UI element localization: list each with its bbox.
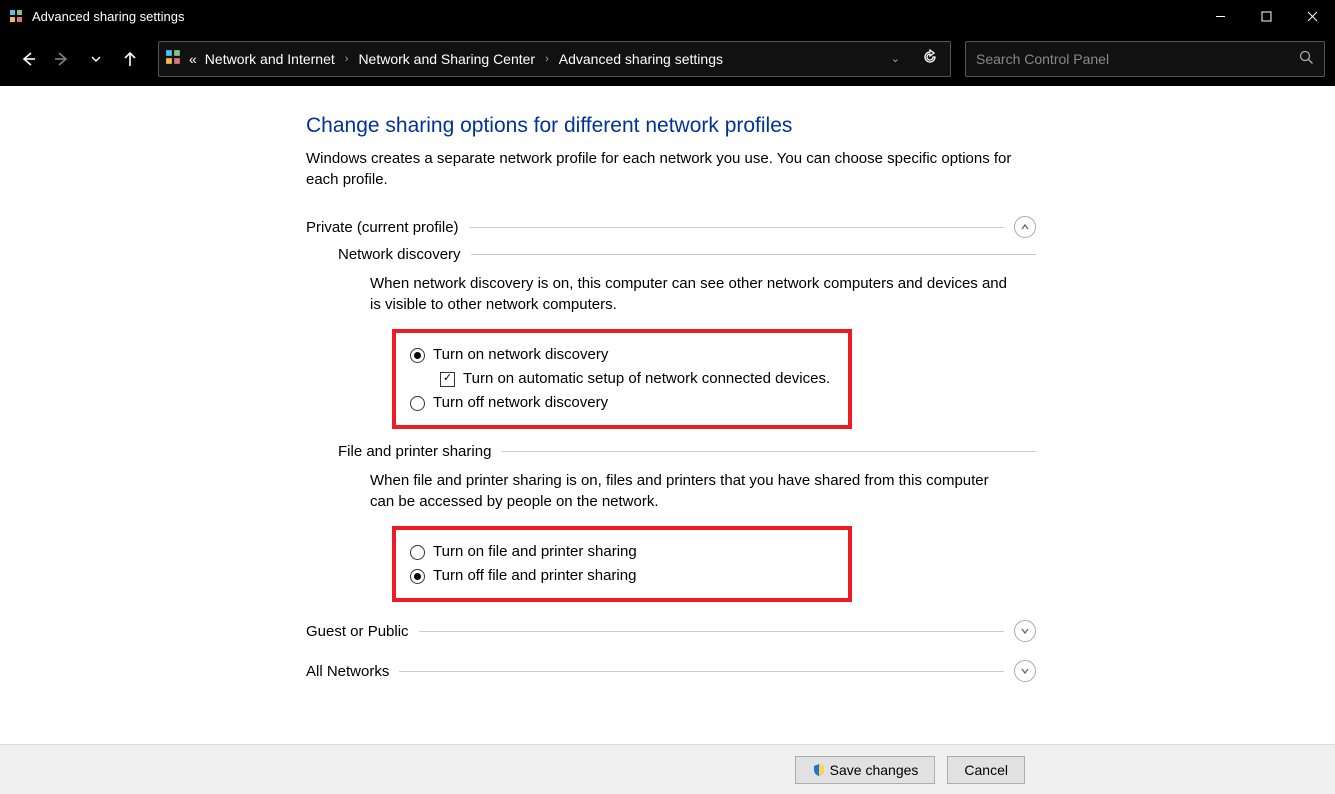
recent-dropdown[interactable] — [82, 45, 110, 73]
minimize-button[interactable] — [1197, 0, 1243, 32]
search-bar[interactable] — [965, 41, 1325, 77]
search-icon[interactable] — [1299, 50, 1314, 68]
section-label: All Networks — [306, 663, 389, 680]
checkbox-icon: ✓ — [440, 372, 455, 387]
network-discovery-description: When network discovery is on, this compu… — [370, 273, 1010, 315]
section-all-networks-header[interactable]: All Networks — [306, 660, 1036, 682]
breadcrumb-item[interactable]: Advanced sharing settings — [559, 51, 723, 67]
checkbox-auto-setup[interactable]: ✓ Turn on automatic setup of network con… — [440, 367, 834, 391]
breadcrumb-prefix[interactable]: « — [189, 51, 197, 67]
address-bar[interactable]: « Network and Internet › Network and Sha… — [158, 41, 951, 77]
chevron-down-icon[interactable] — [1014, 620, 1036, 642]
forward-button[interactable] — [48, 45, 76, 73]
radio-icon — [410, 348, 425, 363]
radio-turn-on-sharing[interactable]: Turn on file and printer sharing — [410, 540, 834, 564]
control-panel-icon — [8, 8, 24, 24]
navbar: « Network and Internet › Network and Sha… — [0, 32, 1335, 86]
subsection-label: File and printer sharing — [338, 443, 491, 460]
search-input[interactable] — [976, 51, 1299, 67]
radio-turn-off-discovery[interactable]: Turn off network discovery — [410, 391, 834, 415]
save-changes-button[interactable]: Save changes — [795, 756, 936, 784]
close-button[interactable] — [1289, 0, 1335, 32]
file-printer-options: Turn on file and printer sharing Turn of… — [392, 526, 852, 602]
section-label: Guest or Public — [306, 623, 409, 640]
file-printer-description: When file and printer sharing is on, fil… — [370, 470, 1010, 512]
up-button[interactable] — [116, 45, 144, 73]
section-private-header[interactable]: Private (current profile) — [306, 216, 1036, 238]
chevron-down-icon[interactable] — [1014, 660, 1036, 682]
back-button[interactable] — [14, 45, 42, 73]
radio-icon — [410, 396, 425, 411]
radio-icon — [410, 545, 425, 560]
cancel-button[interactable]: Cancel — [947, 756, 1025, 784]
chevron-right-icon: › — [343, 53, 351, 65]
section-guest-header[interactable]: Guest or Public — [306, 620, 1036, 642]
chevron-up-icon[interactable] — [1014, 216, 1036, 238]
breadcrumb-item[interactable]: Network and Sharing Center — [358, 51, 535, 67]
page-description: Windows creates a separate network profi… — [306, 148, 1036, 190]
section-label: Private (current profile) — [306, 219, 459, 236]
shield-icon — [812, 763, 826, 777]
radio-turn-on-discovery[interactable]: Turn on network discovery — [410, 343, 834, 367]
subsection-network-discovery: Network discovery — [338, 246, 1036, 263]
subsection-file-printer-sharing: File and printer sharing — [338, 443, 1036, 460]
chevron-right-icon: › — [543, 53, 551, 65]
page-title: Change sharing options for different net… — [306, 114, 1036, 138]
network-discovery-options: Turn on network discovery ✓ Turn on auto… — [392, 329, 852, 429]
control-panel-icon — [165, 49, 181, 68]
footer: Save changes Cancel — [0, 744, 1335, 794]
titlebar: Advanced sharing settings — [0, 0, 1335, 32]
content-area: Change sharing options for different net… — [0, 86, 1335, 744]
breadcrumb-item[interactable]: Network and Internet — [205, 51, 335, 67]
radio-icon — [410, 569, 425, 584]
radio-turn-off-sharing[interactable]: Turn off file and printer sharing — [410, 564, 834, 588]
window-title: Advanced sharing settings — [32, 9, 1197, 24]
dropdown-chevron-icon[interactable]: ⌄ — [883, 52, 908, 65]
refresh-button[interactable] — [916, 49, 944, 68]
subsection-label: Network discovery — [338, 246, 461, 263]
maximize-button[interactable] — [1243, 0, 1289, 32]
